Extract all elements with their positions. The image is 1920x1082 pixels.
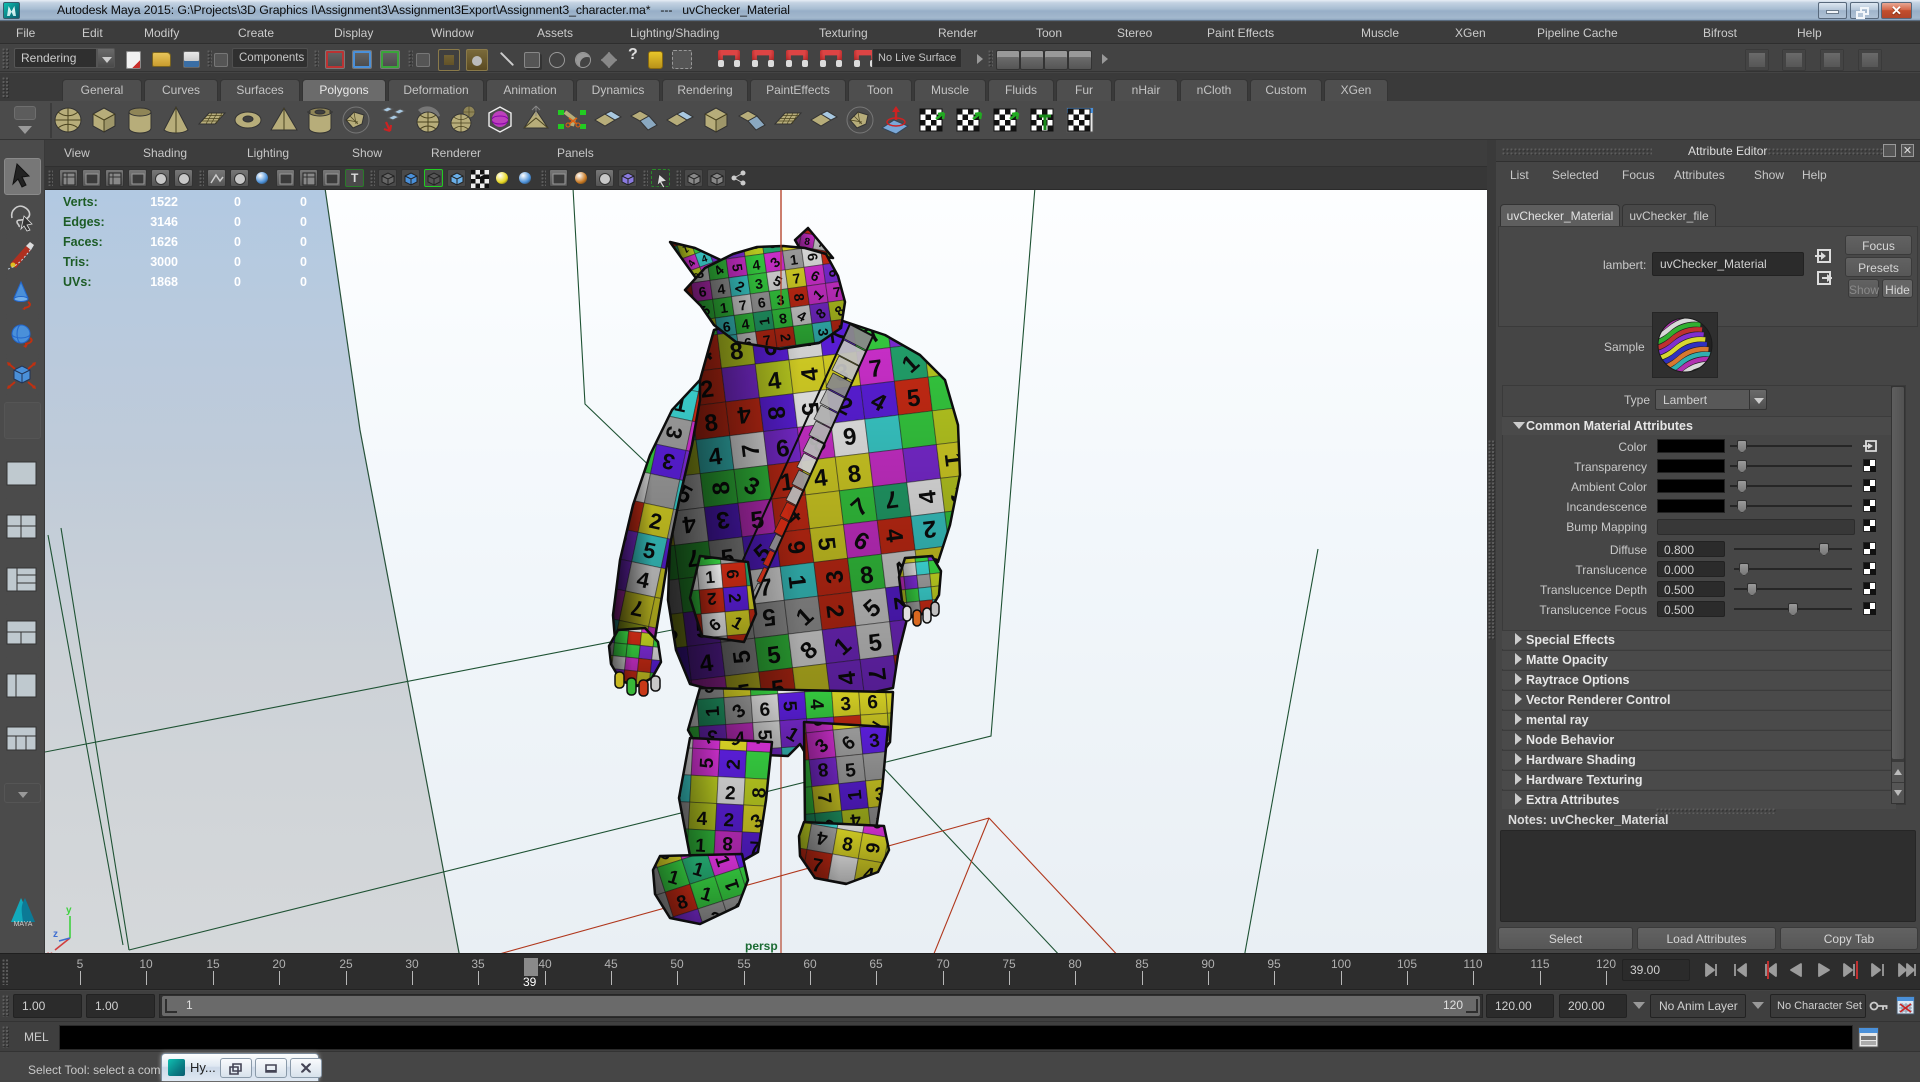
svg-text:3146: 3146	[150, 215, 178, 229]
svg-text:MAYA: MAYA	[14, 921, 33, 928]
svg-text:z: z	[53, 929, 58, 940]
svg-text:0: 0	[234, 235, 241, 249]
svg-text:Faces:: Faces:	[63, 235, 103, 249]
svg-text:1868: 1868	[150, 275, 178, 289]
svg-text:0: 0	[300, 215, 307, 229]
svg-text:0: 0	[234, 215, 241, 229]
svg-text:persp: persp	[745, 939, 778, 953]
svg-text:y: y	[66, 905, 72, 916]
svg-text:0: 0	[300, 255, 307, 269]
svg-text:0: 0	[300, 235, 307, 249]
svg-text:0: 0	[234, 195, 241, 209]
svg-text:0: 0	[300, 275, 307, 289]
svg-text:1626: 1626	[150, 235, 178, 249]
svg-text:0: 0	[234, 255, 241, 269]
svg-text:0: 0	[234, 275, 241, 289]
svg-text:3000: 3000	[150, 255, 178, 269]
svg-text:1522: 1522	[150, 195, 178, 209]
svg-text:Tris:: Tris:	[63, 255, 89, 269]
svg-text:Edges:: Edges:	[63, 215, 105, 229]
svg-text:UVs:: UVs:	[63, 275, 91, 289]
svg-text:0: 0	[300, 195, 307, 209]
svg-text:Verts:: Verts:	[63, 195, 98, 209]
